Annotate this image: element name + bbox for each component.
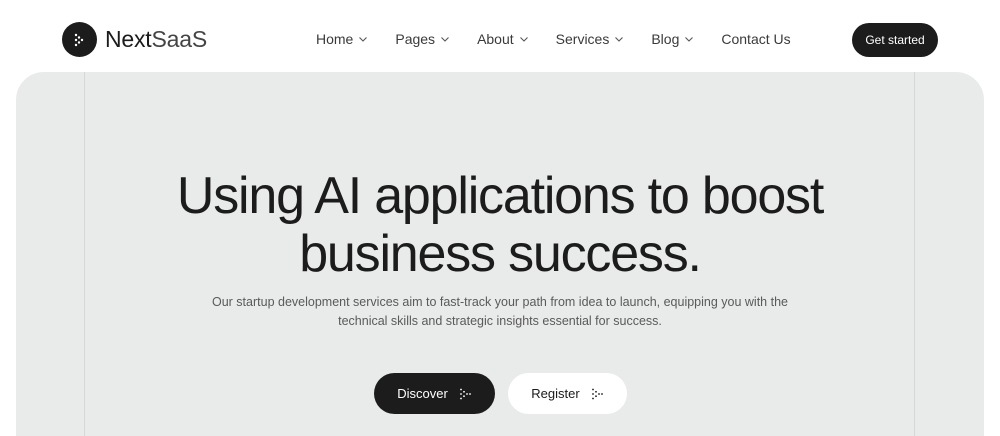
nav-item-services[interactable]: Services (556, 31, 625, 47)
hero-subtitle-line1: Our startup development services aim to … (212, 295, 788, 309)
discover-button-label: Discover (397, 386, 448, 401)
nav-item-label: Home (316, 31, 354, 47)
chevron-down-icon (519, 34, 529, 44)
hero-section: Using AI applications to boost business … (16, 72, 984, 436)
chevron-down-icon (684, 34, 694, 44)
dotted-arrow-icon (62, 22, 97, 57)
hero-subtitle: Our startup development services aim to … (200, 293, 800, 331)
nav-item-pages[interactable]: Pages (395, 31, 450, 47)
get-started-button[interactable]: Get started (852, 23, 938, 57)
nav-item-label: Contact Us (721, 31, 791, 47)
hero-subtitle-line2: technical skills and strategic insights … (338, 314, 662, 328)
chevron-down-icon (614, 34, 624, 44)
nav-item-label: About (477, 31, 514, 47)
chevron-down-icon (358, 34, 368, 44)
brand-name-part2: SaaS (151, 26, 208, 52)
main-nav: Home Pages About Services Blog Contact U… (316, 31, 818, 47)
hero-title: Using AI applications to boost business … (16, 167, 984, 283)
nav-item-home[interactable]: Home (316, 31, 368, 47)
brand-logo[interactable]: NextSaaS (62, 22, 207, 57)
dotted-arrow-icon (458, 387, 472, 401)
hero-title-line2: business success. (299, 225, 702, 283)
register-button-label: Register (531, 386, 580, 401)
nav-item-label: Blog (651, 31, 680, 47)
nav-item-about[interactable]: About (477, 31, 529, 47)
nav-item-label: Services (555, 31, 610, 47)
site-header: NextSaaS Home Pages About Services Blog … (0, 0, 1000, 72)
nav-item-blog[interactable]: Blog (651, 31, 694, 47)
chevron-down-icon (440, 34, 450, 44)
nav-item-contact-us[interactable]: Contact Us (721, 31, 790, 47)
hero-title-line1: Using AI applications to boost (176, 167, 824, 225)
register-button[interactable]: Register (508, 373, 627, 414)
brand-name-part1: Next (105, 26, 152, 52)
dotted-arrow-icon (590, 387, 604, 401)
nav-item-label: Pages (395, 31, 436, 47)
discover-button[interactable]: Discover (374, 373, 495, 414)
brand-name: NextSaaS (105, 26, 207, 53)
